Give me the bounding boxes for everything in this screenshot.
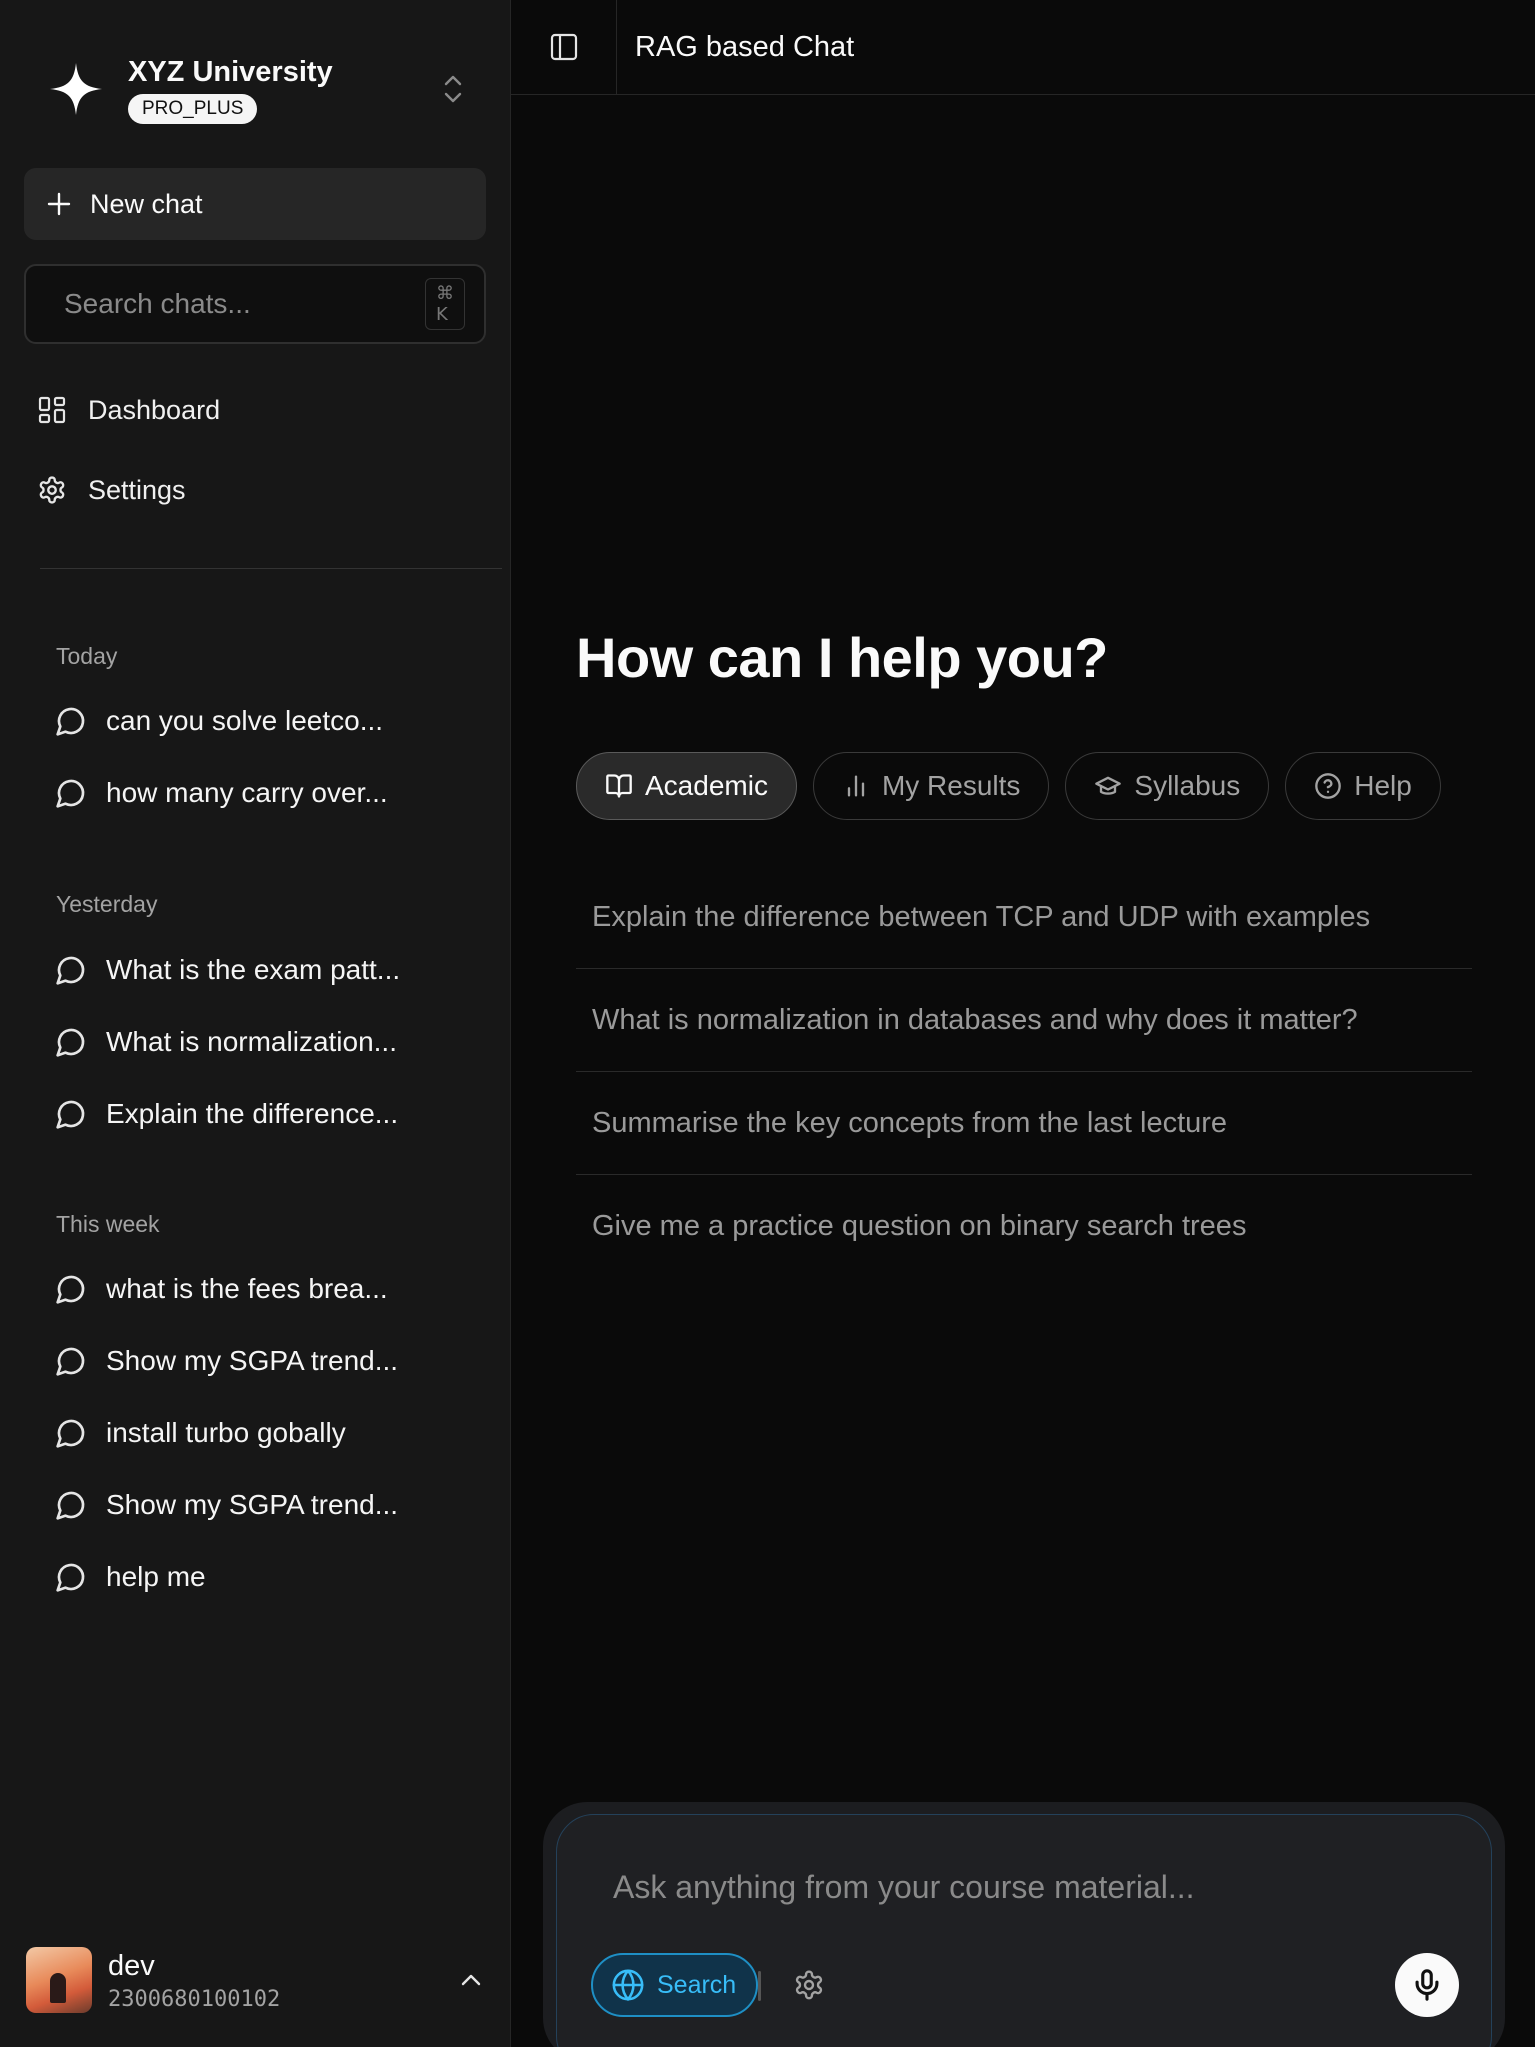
chat-title: install turbo gobally — [106, 1417, 346, 1448]
new-chat-label: New chat — [90, 188, 203, 219]
chip-label: Help — [1354, 770, 1412, 801]
org-switcher[interactable]: XYZ University PRO_PLUS — [24, 44, 487, 134]
message-circle-icon — [54, 1097, 88, 1131]
suggestion-text: What is normalization in databases and w… — [592, 1003, 1358, 1036]
suggestion-text: Give me a practice question on binary se… — [592, 1210, 1247, 1242]
sidebar-item-label: Dashboard — [88, 394, 221, 425]
gear-icon — [36, 474, 68, 506]
chat-history-item[interactable]: install turbo gobally — [54, 1403, 494, 1463]
chevron-up-icon[interactable] — [446, 1955, 496, 2005]
suggestion-list: Explain the difference between TCP and U… — [576, 866, 1472, 1278]
dashboard-icon — [36, 394, 68, 426]
search-input[interactable] — [64, 288, 425, 320]
chat-history-item[interactable]: help me — [54, 1547, 494, 1607]
chat-history-item[interactable]: what is the fees brea... — [54, 1259, 494, 1319]
globe-icon — [611, 1968, 645, 2002]
chip-syllabus[interactable]: Syllabus — [1065, 752, 1270, 820]
sidebar-item-label: Settings — [88, 474, 186, 505]
chat-title: help me — [106, 1561, 206, 1592]
message-circle-icon — [54, 1025, 88, 1059]
chip-label: Academic — [645, 770, 768, 801]
message-circle-icon — [54, 1416, 88, 1450]
chat-title: can you solve leetco... — [106, 705, 384, 736]
sparkle-logo-icon — [24, 44, 128, 134]
cog-icon — [795, 1970, 823, 2000]
chat-history-item[interactable]: Explain the difference... — [54, 1084, 494, 1144]
sidebar-toggle-button[interactable] — [511, 0, 617, 95]
suggestion-item[interactable]: Give me a practice question on binary se… — [576, 1175, 1472, 1278]
chat-history-item[interactable]: Show my SGPA trend... — [54, 1331, 494, 1391]
message-composer: Search — [556, 1814, 1492, 2047]
chat-history-item[interactable]: how many carry over... — [54, 763, 494, 823]
message-circle-icon — [54, 1344, 88, 1378]
chat-search: ⌘ K — [24, 264, 486, 344]
chat-history-item[interactable]: What is normalization... — [54, 1012, 494, 1072]
book-icon — [605, 772, 633, 800]
message-circle-icon — [54, 1272, 88, 1306]
chip-help[interactable]: Help — [1285, 752, 1441, 820]
chat-title: Explain the difference... — [106, 1098, 399, 1129]
sidebar: XYZ University PRO_PLUS New chat ⌘ K Das… — [0, 0, 511, 2047]
suggestion-item[interactable]: Explain the difference between TCP and U… — [576, 866, 1472, 969]
page-title: RAG based Chat — [635, 30, 855, 63]
suggestion-item[interactable]: Summarise the key concepts from the last… — [576, 1072, 1472, 1175]
web-search-label: Search — [657, 1970, 737, 1999]
user-menu[interactable]: dev 2300680100102 — [26, 1940, 496, 2020]
plus-icon — [44, 189, 74, 219]
sidebar-item-dashboard[interactable]: Dashboard — [36, 380, 476, 440]
chat-title: What is the exam patt... — [106, 954, 401, 985]
graduation-cap-icon — [1094, 772, 1122, 800]
group-label-yesterday: Yesterday — [56, 891, 158, 917]
top-bar: RAG based Chat — [511, 0, 1535, 95]
voice-input-button[interactable] — [1395, 1953, 1459, 2017]
welcome-heading: How can I help you? — [576, 626, 1108, 689]
tools-button[interactable] — [787, 1963, 831, 2007]
suggestion-text: Explain the difference between TCP and U… — [592, 900, 1371, 933]
message-circle-icon — [54, 704, 88, 738]
chat-title: What is normalization... — [106, 1026, 397, 1057]
chip-label: Syllabus — [1134, 770, 1241, 801]
group-label-this-week: This week — [56, 1211, 160, 1237]
message-input[interactable] — [613, 1869, 1413, 1919]
message-circle-icon — [54, 1560, 88, 1594]
help-circle-icon — [1314, 772, 1342, 800]
chip-label: My Results — [881, 770, 1021, 801]
bar-chart-icon — [842, 772, 870, 800]
search-shortcut-badge: ⌘ K — [425, 278, 465, 330]
chat-title: how many carry over... — [106, 777, 388, 808]
composer-separator — [758, 1971, 761, 2001]
chat-title: what is the fees brea... — [106, 1273, 388, 1304]
chip-academic[interactable]: Academic — [576, 752, 797, 820]
chat-history-item[interactable]: Show my SGPA trend... — [54, 1475, 494, 1535]
panel-left-icon — [550, 33, 577, 61]
message-circle-icon — [54, 1488, 88, 1522]
user-id: 2300680100102 — [108, 1986, 281, 2012]
microphone-icon — [1415, 1969, 1439, 2001]
chat-title: Show my SGPA trend... — [106, 1345, 399, 1376]
org-name: XYZ University — [128, 56, 333, 88]
new-chat-button[interactable]: New chat — [24, 168, 486, 240]
message-circle-icon — [54, 776, 88, 810]
suggestion-item[interactable]: What is normalization in databases and w… — [576, 969, 1472, 1072]
category-chips: Academic My Results Syllabus Help — [576, 752, 1441, 820]
sidebar-item-settings[interactable]: Settings — [36, 460, 476, 520]
chevrons-up-down-icon[interactable] — [423, 59, 483, 119]
chat-title: Show my SGPA trend... — [106, 1489, 399, 1520]
web-search-toggle[interactable]: Search — [591, 1953, 759, 2017]
chip-my-results[interactable]: My Results — [812, 752, 1050, 820]
sidebar-divider — [40, 568, 502, 569]
user-name: dev — [108, 1949, 155, 1982]
suggestion-text: Summarise the key concepts from the last… — [592, 1106, 1228, 1139]
plan-badge: PRO_PLUS — [128, 94, 258, 124]
chat-history-item[interactable]: can you solve leetco... — [54, 691, 494, 751]
message-circle-icon — [54, 953, 88, 987]
avatar — [26, 1947, 92, 2013]
group-label-today: Today — [56, 643, 118, 669]
chat-history-item[interactable]: What is the exam patt... — [54, 940, 494, 1000]
